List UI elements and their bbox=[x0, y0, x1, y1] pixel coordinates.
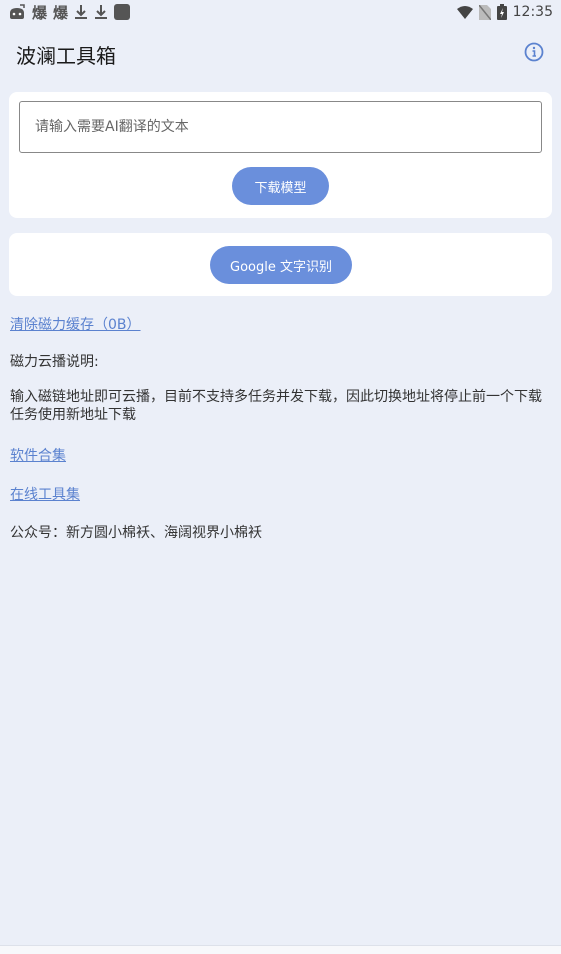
wifi-icon bbox=[456, 5, 473, 19]
download-model-button[interactable]: 下载模型 bbox=[232, 167, 329, 205]
app-bar: 波澜工具箱 bbox=[0, 34, 561, 74]
no-sim-icon bbox=[478, 4, 491, 20]
square-icon bbox=[114, 4, 131, 20]
burst-icon: 爆 bbox=[53, 3, 69, 22]
info-icon bbox=[524, 42, 544, 66]
battery-charging-icon bbox=[496, 4, 507, 20]
game-controller-icon bbox=[8, 4, 26, 20]
status-bar: 爆 爆 12:35 bbox=[0, 0, 561, 24]
download-icon bbox=[74, 4, 88, 20]
google-ocr-button[interactable]: Google 文字识别 bbox=[210, 246, 352, 284]
info-button[interactable] bbox=[523, 42, 545, 66]
status-right-icons: 12:35 bbox=[456, 4, 553, 20]
magnet-description: 输入磁链地址即可云播，目前不支持多任务并发下载，因此切换地址将停止前一个下载任务… bbox=[10, 389, 542, 423]
translate-text-input[interactable] bbox=[19, 101, 542, 153]
download-icon bbox=[94, 4, 108, 20]
app-title: 波澜工具箱 bbox=[16, 43, 116, 68]
bottom-nav-edge bbox=[0, 945, 561, 954]
status-left-icons: 爆 爆 bbox=[8, 2, 131, 23]
ocr-card: Google 文字识别 bbox=[9, 233, 552, 296]
online-tools-link[interactable]: 在线工具集 bbox=[10, 484, 80, 504]
clear-magnet-cache-link[interactable]: 清除磁力缓存（0B） bbox=[10, 314, 141, 334]
burst-icon: 爆 bbox=[32, 3, 48, 22]
magnet-heading: 磁力云播说明: bbox=[10, 354, 99, 370]
software-collection-link[interactable]: 软件合集 bbox=[10, 445, 66, 465]
wechat-accounts: 公众号：新方圆小棉袄、海阔视界小棉袄 bbox=[10, 525, 262, 541]
translate-card: 下载模型 bbox=[9, 92, 552, 218]
status-time: 12:35 bbox=[512, 4, 553, 20]
